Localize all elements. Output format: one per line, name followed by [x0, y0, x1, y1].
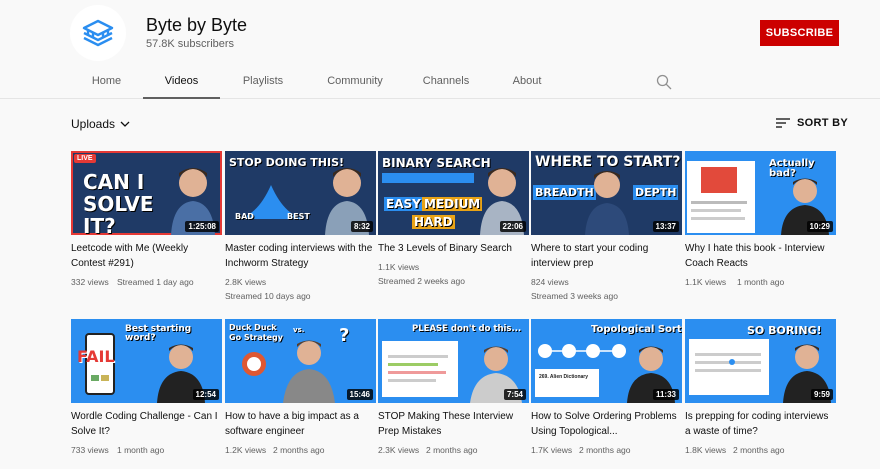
video-thumbnail[interactable]: WHERE TO START? BREADTH DEPTH 13:37 [531, 151, 682, 235]
video-duration: 13:37 [652, 221, 679, 232]
tab-playlists[interactable]: Playlists [226, 64, 300, 99]
book-page-image [687, 161, 755, 233]
video-title[interactable]: Wordle Coding Challenge - Can I Solve It… [71, 409, 222, 439]
video-thumbnail[interactable]: SO BORING! 9:59 [685, 319, 836, 403]
thumbnail-subtext: FAIL [77, 347, 115, 366]
thumbnail-text: SO BORING! [747, 324, 822, 337]
thumbnail-subtext: MEDIUM [422, 197, 483, 211]
sort-icon [776, 118, 790, 128]
uploads-label: Uploads [71, 117, 116, 131]
video-thumbnail[interactable]: CAN I SOLVE IT? LIVE 1:25:08 [71, 151, 222, 235]
video-duration: 22:06 [499, 221, 526, 232]
tab-home[interactable]: Home [70, 64, 143, 99]
tab-community[interactable]: Community [315, 64, 395, 99]
channel-logo-icon [73, 8, 123, 58]
video-age: Streamed 10 days ago [225, 291, 311, 301]
video-age: 1 month ago [737, 277, 785, 287]
video-title[interactable]: The 3 Levels of Binary Search [378, 241, 529, 256]
video-duration: 15:46 [346, 389, 373, 400]
video-duration: 10:29 [806, 221, 833, 232]
subscriber-count: 57.8K subscribers [146, 38, 235, 50]
subscribe-button[interactable]: SUBSCRIBE [760, 20, 839, 46]
video-title[interactable]: Where to start your coding interview pre… [531, 241, 682, 271]
search-icon[interactable] [656, 74, 672, 90]
uploads-dropdown[interactable]: Uploads [71, 117, 131, 131]
video-age: 2 months ago [426, 445, 478, 455]
video-views: 1.1K views [378, 262, 420, 272]
video-title[interactable]: Is prepping for coding interviews a wast… [685, 409, 836, 439]
channel-header: Byte by Byte 57.8K subscribers SUBSCRIBE… [0, 0, 880, 99]
video-duration: 9:59 [810, 389, 833, 400]
video-duration: 11:33 [652, 389, 679, 400]
thumbnail-subtext: BAD [235, 212, 254, 221]
thumbnail-text: BINARY SEARCH [382, 156, 491, 170]
video-thumbnail[interactable]: Best starting word? FAIL 12:54 [71, 319, 222, 403]
array-bar [382, 173, 474, 183]
problem-title: 269. Alien Dictionary [539, 374, 588, 380]
video-views: 2.8K views [225, 277, 267, 287]
thumbnail-subtext: EASY [384, 197, 423, 211]
presenter-image [585, 171, 629, 235]
duckduckgo-logo-icon [242, 352, 266, 376]
thumbnail-text: Topological Sort [591, 324, 682, 335]
video-title[interactable]: STOP Making These Interview Prep Mistake… [378, 409, 529, 439]
live-badge: LIVE [74, 154, 96, 163]
sort-by-button[interactable]: SORT BY [775, 117, 848, 129]
video-age: 2 months ago [579, 445, 631, 455]
channel-tabs: Home Videos Playlists Community Channels… [70, 64, 840, 99]
thumbnail-subtext: DEPTH [633, 185, 679, 200]
tab-about[interactable]: About [495, 64, 559, 99]
video-age: 1 month ago [117, 445, 165, 455]
chevron-down-icon [120, 121, 130, 127]
video-thumbnail[interactable]: Actually bad? 10:29 [685, 151, 836, 235]
video-duration: 7:54 [503, 389, 526, 400]
video-views: 824 views [531, 277, 569, 287]
question-mark-icon: ? [339, 325, 350, 346]
problem-card-image: 269. Alien Dictionary [535, 369, 599, 397]
video-thumbnail[interactable]: PLEASE don't do this... 7:54 [378, 319, 529, 403]
thumbnail-text: CAN I SOLVE IT? [83, 170, 154, 235]
video-age: 2 months ago [733, 445, 785, 455]
thumbnail-subtext: HARD [412, 215, 455, 229]
presenter-image [283, 340, 335, 403]
video-title[interactable]: How to Solve Ordering Problems Using Top… [531, 409, 682, 439]
thumbnail-text: PLEASE don't do this... [412, 324, 522, 334]
video-thumbnail[interactable]: Topological Sort 269. Alien Dictionary 1… [531, 319, 682, 403]
video-duration: 1:25:08 [185, 221, 219, 232]
thumbnail-subtext: BEST [287, 212, 310, 221]
video-title[interactable]: How to have a big impact as a software e… [225, 409, 376, 439]
channel-avatar[interactable] [70, 5, 126, 61]
video-duration: 12:54 [192, 389, 219, 400]
video-title[interactable]: Leetcode with Me (Weekly Contest #291) [71, 241, 222, 271]
video-age: Streamed 1 day ago [117, 277, 194, 287]
video-title[interactable]: Why I hate this book - Interview Coach R… [685, 241, 836, 271]
video-age: Streamed 3 weeks ago [531, 291, 618, 301]
video-thumbnail[interactable]: BINARY SEARCH EASY MEDIUM HARD 22:06 [378, 151, 529, 235]
calendar-image [689, 339, 769, 395]
video-thumbnail[interactable]: Duck Duck Go Strategy vs. ? 15:46 [225, 319, 376, 403]
video-thumbnail[interactable]: STOP DOING THIS! BAD BEST 8:32 [225, 151, 376, 235]
sort-label: SORT BY [797, 117, 848, 129]
video-age: Streamed 2 weeks ago [378, 276, 465, 286]
graph-nodes-image [538, 344, 626, 358]
tab-channels[interactable]: Channels [410, 64, 482, 99]
channel-name: Byte by Byte [146, 15, 248, 35]
video-age: 2 months ago [273, 445, 325, 455]
video-title[interactable]: Master coding interviews with the Inchwo… [225, 241, 376, 271]
screenshot-image [382, 341, 458, 397]
video-duration: 8:32 [350, 221, 373, 232]
tab-videos[interactable]: Videos [143, 64, 220, 99]
